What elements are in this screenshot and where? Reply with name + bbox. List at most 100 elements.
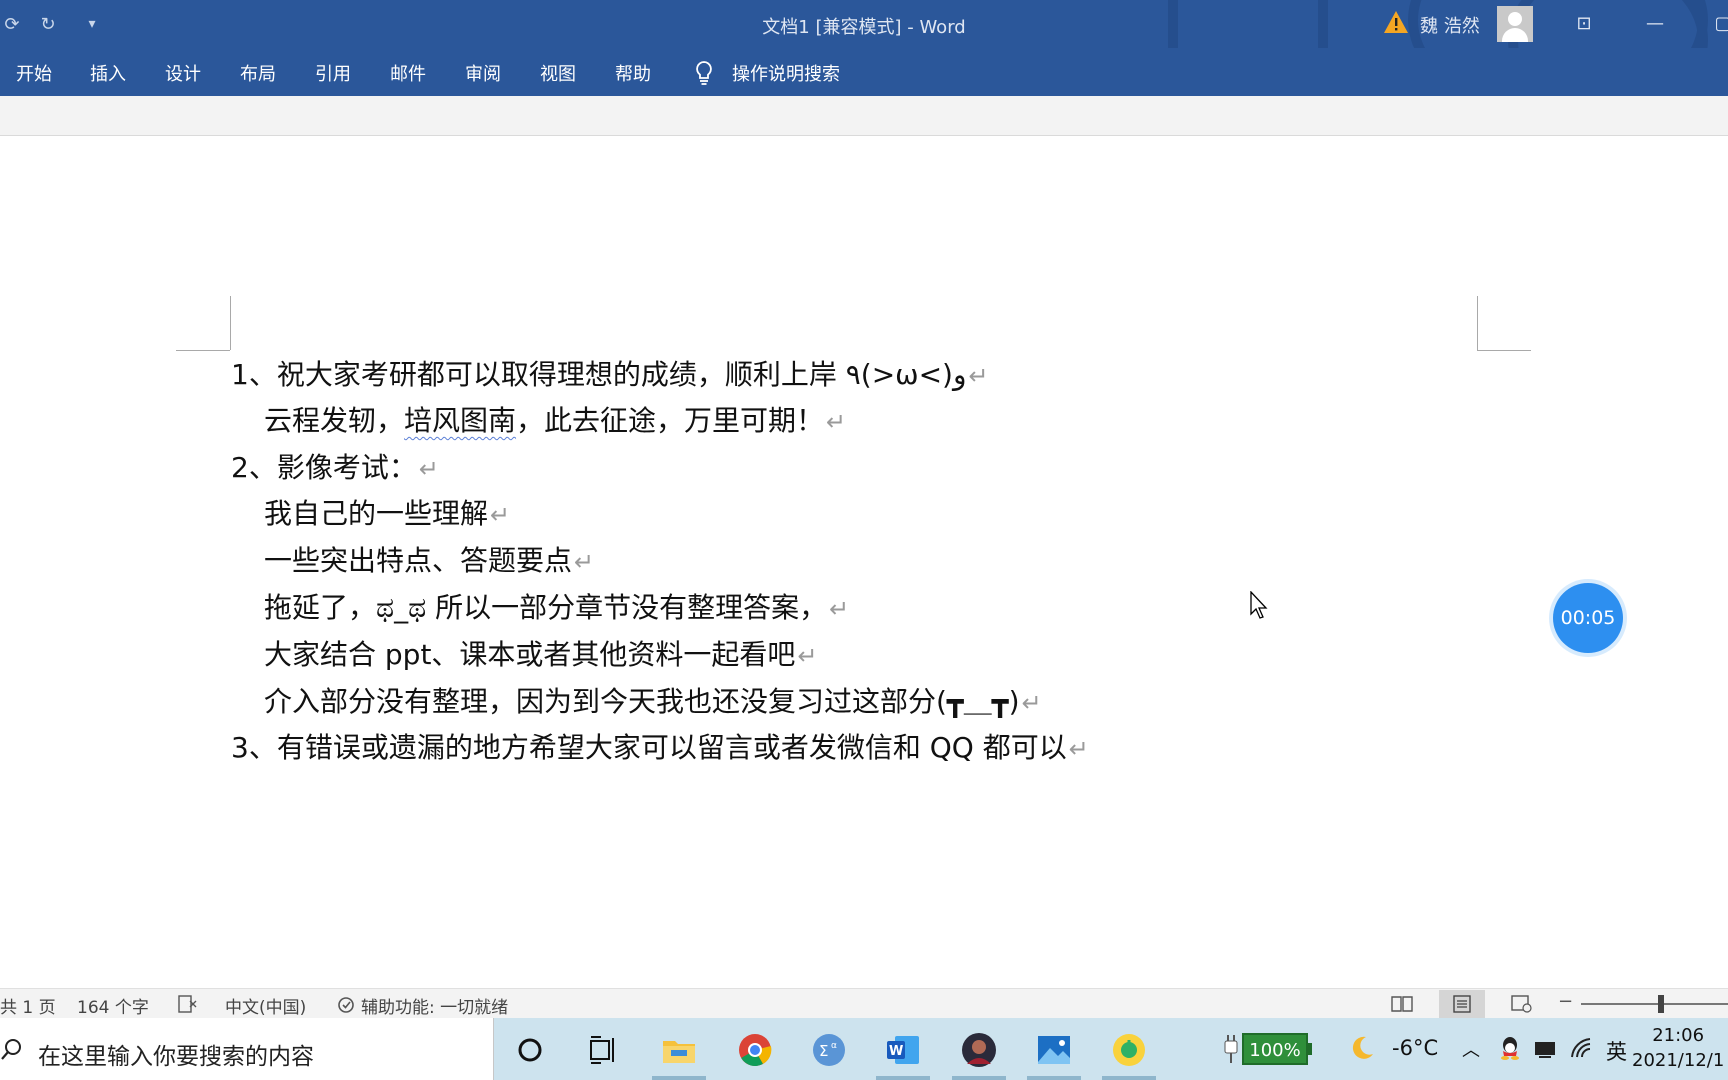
line-text: 1、祝大家考研都可以取得理想的成绩，顺利上岸 ٩(>ω<)و — [231, 358, 967, 391]
moon-weather-icon[interactable] — [1348, 1034, 1376, 1062]
read-mode-icon[interactable] — [1379, 990, 1425, 1018]
tab-references[interactable]: 引用 — [315, 60, 351, 86]
paragraph-mark: ↵ — [418, 455, 439, 483]
doc-line-7[interactable]: 大家结合 ppt、课本或者其他资料一起看吧↵ — [264, 638, 818, 673]
doc-line-2[interactable]: 云程发轫，培风图南，此去征途，万里可期！↵ — [264, 404, 846, 439]
doc-line-9[interactable]: 3、有错误或遗漏的地方希望大家可以留言或者发微信和 QQ 都可以↵ — [231, 731, 1089, 766]
doc-line-4[interactable]: 我自己的一些理解↵ — [264, 497, 510, 532]
paragraph-mark: ↵ — [1068, 735, 1089, 763]
zoom-out-button[interactable]: − — [1558, 991, 1573, 1012]
line-text: 拖延了，ಥ_ಥ 所以一部分章节没有整理答案， — [264, 591, 828, 624]
svg-text:W: W — [889, 1044, 903, 1059]
line-text: ，此去征途，万里可期！ — [516, 404, 825, 437]
crop-mark-right-h — [1477, 350, 1531, 351]
active-indicator — [652, 1076, 706, 1080]
zoom-slider-thumb[interactable] — [1658, 995, 1664, 1013]
line-text: 2、影像考试： — [231, 451, 417, 484]
tell-me-search[interactable]: 操作说明搜索 — [732, 60, 840, 86]
paragraph-mark: ↵ — [829, 595, 850, 623]
tab-home[interactable]: 开始 — [16, 60, 52, 86]
chrome-icon[interactable] — [737, 1032, 773, 1068]
proofing-icon[interactable] — [178, 995, 198, 1013]
accessibility-icon[interactable] — [336, 995, 356, 1015]
display-icon[interactable] — [1533, 1038, 1559, 1060]
language-indicator[interactable]: 中文(中国) — [225, 993, 306, 1018]
search-input[interactable]: 在这里输入你要搜索的内容 — [38, 1037, 314, 1071]
doc-line-8[interactable]: 介入部分没有整理，因为到今天我也还没复习过这部分(┳＿┳)↵ — [264, 685, 1042, 720]
paragraph-mark: ↵ — [968, 362, 989, 390]
qq-music-icon[interactable] — [1111, 1032, 1147, 1068]
mouse-cursor-icon — [1250, 591, 1268, 619]
tab-view[interactable]: 视图 — [540, 60, 576, 86]
line-text: 云程发轫， — [264, 404, 405, 437]
paragraph-mark: ↵ — [826, 408, 847, 436]
task-view-icon[interactable] — [585, 1032, 621, 1068]
tab-layout[interactable]: 布局 — [240, 60, 276, 86]
paragraph-mark: ↵ — [574, 548, 595, 576]
ribbon-display-icon[interactable]: ⊡ — [1569, 10, 1599, 38]
taskbar-search-box[interactable]: 在这里输入你要搜索的内容 — [0, 1018, 494, 1080]
document-canvas[interactable]: 1、祝大家考研都可以取得理想的成绩，顺利上岸 ٩(>ω<)و↵ 云程发轫，培风图… — [0, 136, 1728, 988]
temperature[interactable]: -6°C — [1392, 1036, 1438, 1060]
accessibility-status[interactable]: 辅助功能: 一切就绪 — [361, 993, 508, 1018]
word-icon[interactable]: W — [885, 1032, 921, 1068]
crop-mark-left-h — [176, 350, 230, 351]
ribbon-tabs: 开始 插入 设计 布局 引用 邮件 审阅 视图 帮助 操作说明搜索 — [0, 48, 1728, 96]
active-indicator — [1102, 1076, 1156, 1080]
power-plug-icon[interactable] — [1222, 1033, 1240, 1065]
tab-insert[interactable]: 插入 — [90, 60, 126, 86]
minimize-icon[interactable]: — — [1640, 10, 1670, 38]
svg-text:Σ: Σ — [819, 1042, 828, 1060]
tab-help[interactable]: 帮助 — [615, 60, 651, 86]
tab-review[interactable]: 审阅 — [465, 60, 501, 86]
tab-mailings[interactable]: 邮件 — [390, 60, 426, 86]
doc-line-1[interactable]: 1、祝大家考研都可以取得理想的成绩，顺利上岸 ٩(>ω<)و↵ — [231, 358, 989, 393]
word-count[interactable]: 164 个字 — [77, 993, 149, 1018]
svg-text:α: α — [831, 1041, 837, 1051]
line-text: 大家结合 ppt、课本或者其他资料一起看吧 — [264, 638, 796, 671]
doc-line-6[interactable]: 拖延了，ಥ_ಥ 所以一部分章节没有整理答案，↵ — [264, 591, 849, 626]
battery-tip — [1308, 1043, 1312, 1055]
user-name[interactable]: 魏 浩然 — [1420, 12, 1480, 38]
line-text: 一些突出特点、答题要点 — [264, 544, 573, 577]
math-app-icon[interactable]: Σ α — [811, 1032, 847, 1068]
line-text: 我自己的一些理解 — [264, 497, 489, 530]
cortana-icon[interactable] — [512, 1032, 548, 1068]
doc-line-5[interactable]: 一些突出特点、答题要点↵ — [264, 544, 594, 579]
user-app-icon[interactable] — [961, 1032, 997, 1068]
file-explorer-icon[interactable] — [661, 1032, 697, 1068]
wifi-icon[interactable] — [1570, 1037, 1596, 1061]
search-icon — [1, 1039, 21, 1060]
clock-time: 21:06 — [1652, 1025, 1705, 1046]
maximize-icon[interactable]: ▢ — [1708, 10, 1728, 38]
paragraph-mark: ↵ — [1021, 689, 1042, 717]
line-text: 介入部分没有整理，因为到今天我也还没复习过这部分(┳＿┳) — [264, 685, 1020, 718]
web-layout-icon[interactable] — [1499, 990, 1545, 1018]
system-clock[interactable]: 21:06 2021/12/1 — [1632, 1023, 1724, 1073]
line-text: 3、有错误或遗漏的地方希望大家可以留言或者发微信和 QQ 都可以 — [231, 731, 1067, 764]
qq-icon[interactable] — [1498, 1035, 1522, 1061]
spellcheck-underlined-text[interactable]: 培风图南 — [404, 404, 516, 437]
page-count[interactable]: 共 1 页 — [0, 993, 56, 1018]
warning-icon[interactable] — [1383, 10, 1409, 34]
ribbon-collapsed-strip — [0, 96, 1728, 136]
zoom-slider[interactable] — [1581, 1003, 1728, 1005]
paragraph-mark: ↵ — [797, 642, 818, 670]
battery-indicator[interactable]: 100% — [1242, 1033, 1308, 1065]
photos-icon[interactable] — [1036, 1032, 1072, 1068]
status-bar: 共 1 页 164 个字 中文(中国) 辅助功能: 一切就绪 − — [0, 988, 1728, 1018]
active-indicator — [876, 1076, 930, 1080]
lightbulb-icon — [696, 61, 712, 85]
doc-line-3[interactable]: 2、影像考试：↵ — [231, 451, 439, 486]
ime-indicator[interactable]: 英 — [1606, 1036, 1627, 1066]
crop-mark-left-v — [230, 296, 231, 350]
user-avatar[interactable] — [1497, 6, 1533, 42]
print-layout-icon[interactable] — [1439, 990, 1485, 1018]
chevron-up-icon[interactable]: ︿ — [1462, 1036, 1480, 1062]
crop-mark-right-v — [1477, 296, 1478, 350]
title-bar: ⟳ ↻ ▾ 文档1 [兼容模式] - Word 魏 浩然 ⊡ — ▢ — [0, 0, 1728, 96]
recording-timer[interactable]: 00:05 — [1553, 583, 1623, 653]
taskbar: 在这里输入你要搜索的内容 Σ α W 100% -6°C ︿ 英 21:06 2… — [0, 1018, 1728, 1080]
paragraph-mark: ↵ — [490, 501, 511, 529]
tab-design[interactable]: 设计 — [165, 60, 201, 86]
